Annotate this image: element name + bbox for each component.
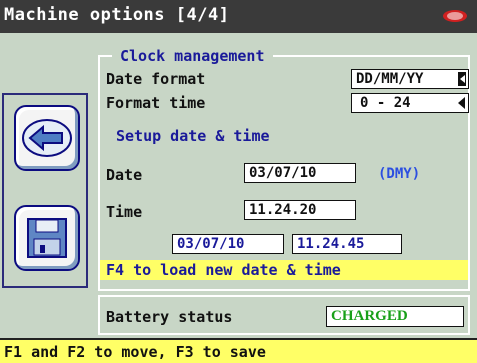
- floppy-disk-icon: [27, 218, 67, 258]
- setup-title: Setup date & time: [116, 127, 270, 145]
- clock-group-title: Clock management: [112, 47, 273, 65]
- date-format-select[interactable]: DD/MM/YY: [351, 69, 469, 89]
- save-button[interactable]: [14, 205, 80, 271]
- window-title: Machine options [4/4]: [4, 5, 230, 25]
- load-hint: F4 to load new date & time: [100, 260, 468, 280]
- brand-logo-icon: [443, 10, 467, 22]
- select-arrow-icon[interactable]: [458, 97, 465, 109]
- title-bar: Machine options [4/4]: [0, 0, 477, 33]
- time-label: Time: [106, 203, 143, 221]
- time-input[interactable]: 11.24.20: [244, 200, 356, 220]
- main-area: Clock management Date format DD/MM/YY Fo…: [0, 33, 477, 338]
- date-format-hint: (DMY): [378, 166, 421, 182]
- format-time-label: Format time: [106, 94, 206, 112]
- date-input[interactable]: 03/07/10: [244, 163, 356, 183]
- footer-hint: F1 and F2 to move, F3 to save: [4, 343, 266, 361]
- current-time-display: 11.24.45: [292, 234, 402, 254]
- date-label: Date: [106, 166, 143, 184]
- current-date-display: 03/07/10: [172, 234, 284, 254]
- date-format-label: Date format: [106, 70, 206, 88]
- battery-status-value: CHARGED: [326, 306, 464, 327]
- format-time-select[interactable]: 0 - 24: [351, 93, 469, 113]
- battery-label: Battery status: [106, 308, 233, 326]
- format-time-value: 0 - 24: [360, 95, 411, 111]
- back-arrow-icon: [22, 119, 72, 157]
- select-arrow-icon[interactable]: [458, 72, 466, 86]
- footer-hint-bar: F1 and F2 to move, F3 to save: [0, 338, 477, 363]
- back-button[interactable]: [14, 105, 80, 171]
- action-panel: [2, 93, 88, 288]
- date-format-value: DD/MM/YY: [356, 71, 424, 87]
